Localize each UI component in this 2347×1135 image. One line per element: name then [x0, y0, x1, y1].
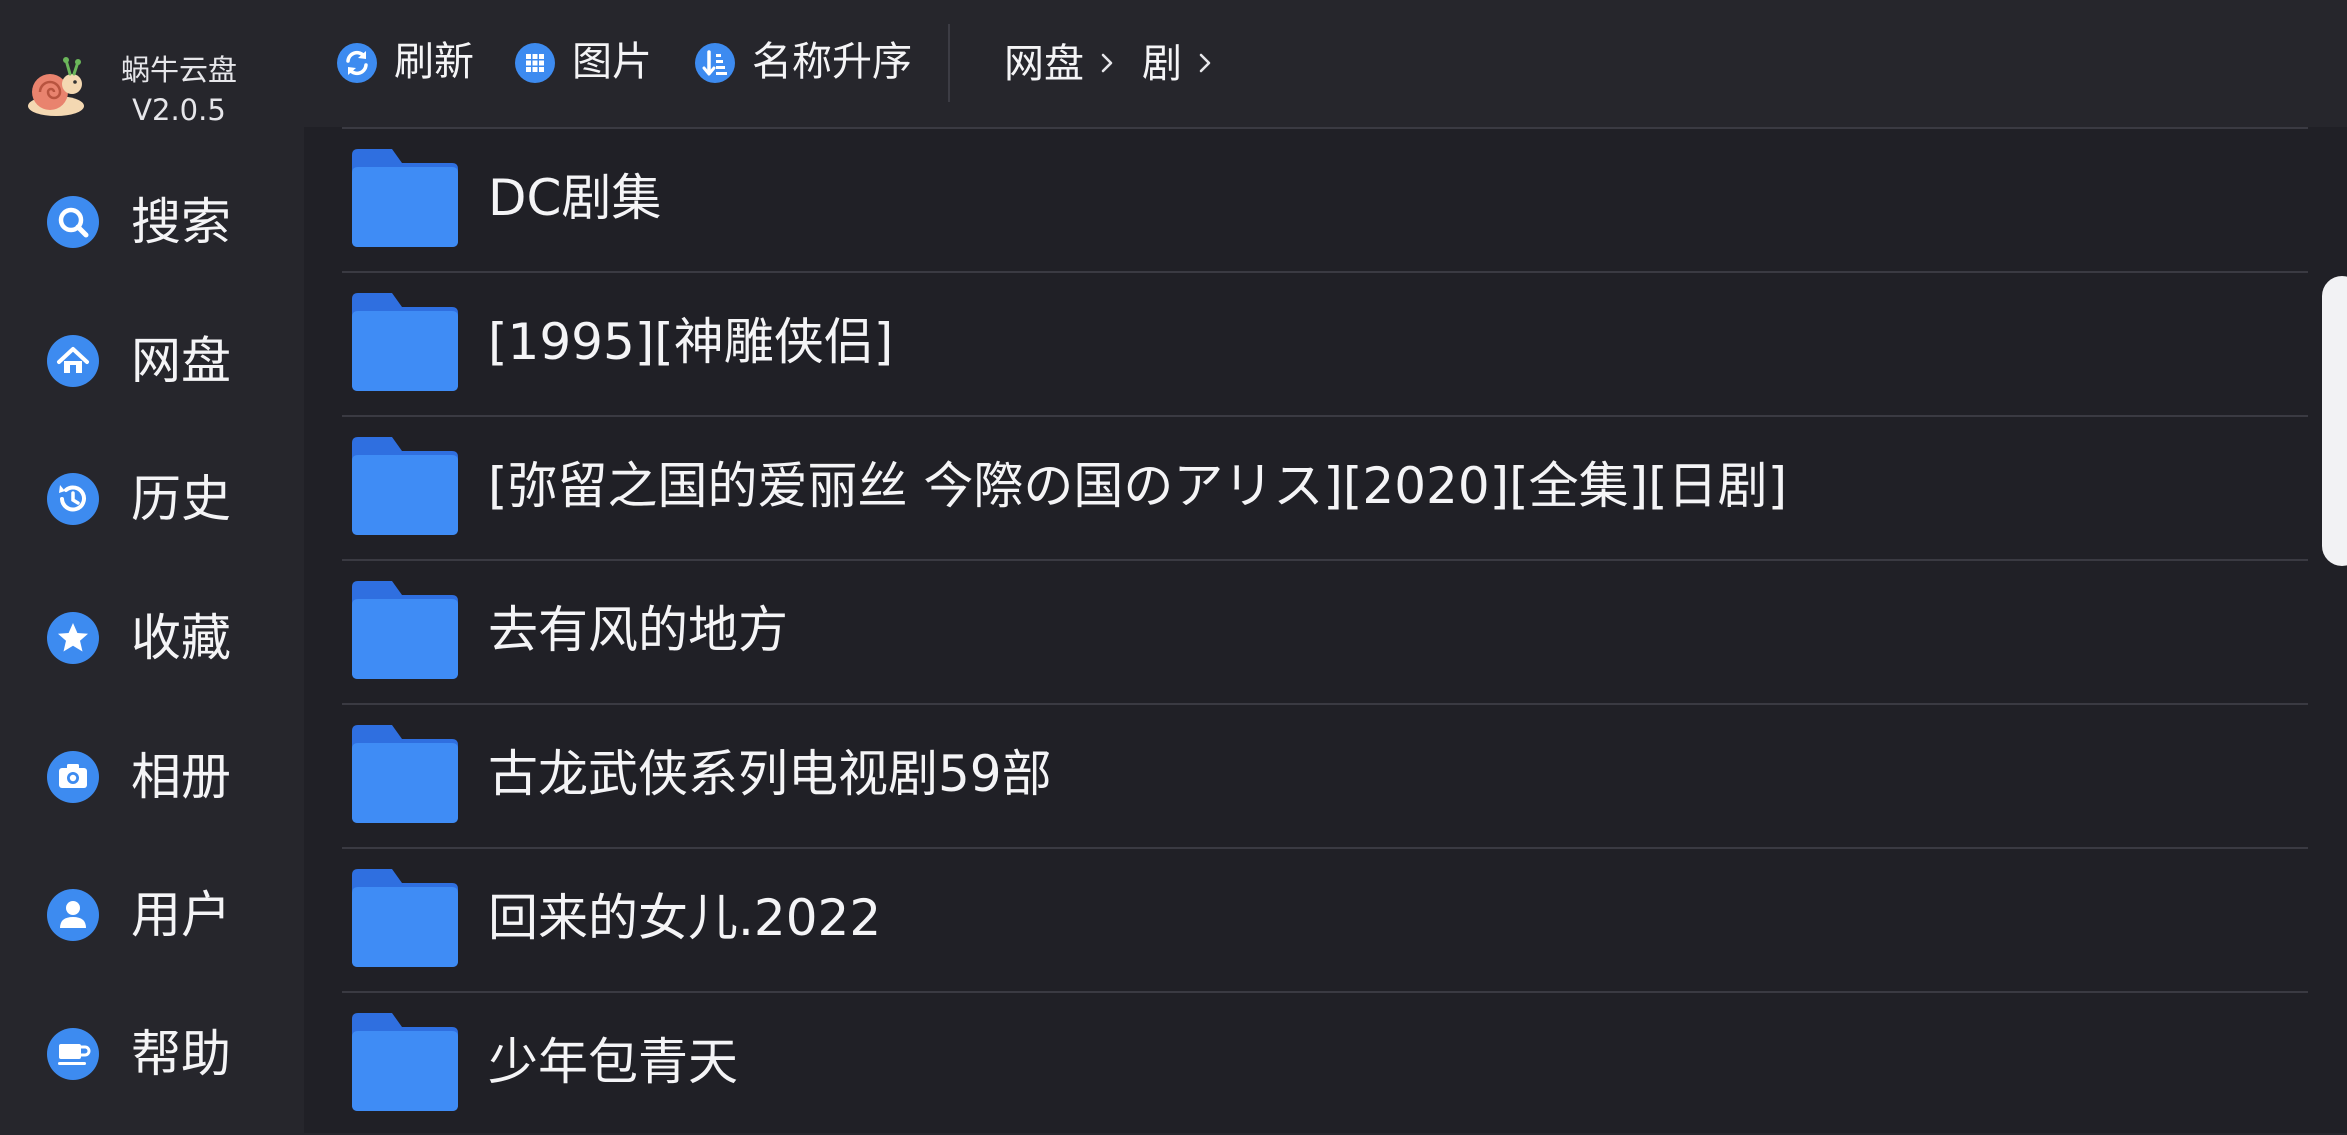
folder-row[interactable]: 少年包青天 [342, 991, 2308, 1135]
sidebar-item-label: 收藏 [131, 609, 231, 667]
folder-icon [352, 581, 458, 679]
folder-icon [352, 725, 458, 823]
sidebar-item-cloud-drive[interactable]: 网盘 [0, 300, 304, 420]
folder-name: 古龙武侠系列电视剧59部 [488, 745, 1052, 803]
row-divider [342, 271, 2308, 273]
sidebar-item-help[interactable]: 帮助 [0, 993, 304, 1113]
folder-row[interactable]: [弥留之国的爱丽丝 今際の国のアリス][2020][全集][日剧] [342, 415, 2308, 559]
sidebar-item-label: 帮助 [131, 1025, 231, 1083]
brand: 蜗牛云盘 V2.0.5 [0, 0, 304, 130]
toolbar-divider [948, 24, 950, 102]
home-icon [47, 335, 99, 387]
snail-logo [28, 57, 84, 116]
sidebar-item-label: 搜索 [131, 193, 231, 251]
edge-pull-handle[interactable] [2322, 276, 2347, 566]
cup-icon [47, 1028, 99, 1080]
sort-button[interactable]: 名称升序 [694, 28, 934, 98]
refresh-button[interactable]: 刷新 [336, 28, 506, 98]
camera-icon [47, 751, 99, 803]
sidebar-item-user[interactable]: 用户 [0, 854, 304, 974]
sidebar-item-album[interactable]: 相册 [0, 716, 304, 836]
sort-label: 名称升序 [752, 39, 912, 85]
row-divider [342, 847, 2308, 849]
refresh-icon [337, 43, 377, 83]
grid-icon [515, 43, 555, 83]
sidebar-item-history[interactable]: 历史 [0, 438, 304, 558]
sidebar-item-label: 网盘 [131, 332, 231, 390]
row-divider [342, 127, 2308, 129]
chevron-right-icon [1199, 53, 1211, 73]
folder-icon [352, 869, 458, 967]
folder-name: [弥留之国的爱丽丝 今際の国のアリス][2020][全集][日剧] [488, 457, 1788, 515]
refresh-label: 刷新 [394, 39, 474, 85]
row-divider [342, 559, 2308, 561]
sidebar: 蜗牛云盘 V2.0.5 搜索 网盘 历史 收藏 相册 用户 帮助 [0, 0, 304, 1133]
folder-name: DC剧集 [488, 169, 662, 227]
app-name: 蜗牛云盘 [120, 53, 237, 87]
folder-row[interactable]: 去有风的地方 [342, 559, 2308, 703]
history-icon [47, 473, 99, 525]
toolbar: 刷新 图片 名称升序 网盘 剧 [304, 0, 2347, 127]
search-icon [47, 196, 99, 248]
sidebar-item-label: 相册 [131, 748, 231, 806]
sidebar-item-label: 用户 [131, 886, 231, 944]
row-divider [342, 703, 2308, 705]
folder-row[interactable]: 古龙武侠系列电视剧59部 [342, 703, 2308, 847]
breadcrumb-item-root[interactable]: 网盘 [1004, 36, 1084, 92]
sidebar-item-favorites[interactable]: 收藏 [0, 577, 304, 697]
folder-icon [352, 437, 458, 535]
folder-name: 回来的女儿.2022 [488, 889, 882, 947]
folder-icon [352, 149, 458, 247]
folder-row[interactable]: 回来的女儿.2022 [342, 847, 2308, 991]
folder-icon [352, 1013, 458, 1111]
sort-ascending-icon [695, 43, 735, 83]
row-divider [342, 415, 2308, 417]
folder-name: 去有风的地方 [488, 601, 788, 659]
folder-icon [352, 293, 458, 391]
folder-name: 少年包青天 [488, 1033, 738, 1091]
view-mode-button[interactable]: 图片 [514, 28, 684, 98]
folder-name: [1995][神雕侠侣] [488, 313, 894, 371]
star-icon [47, 612, 99, 664]
app-version: V2.0.5 [132, 93, 226, 127]
sidebar-item-label: 历史 [131, 470, 231, 528]
user-icon [47, 889, 99, 941]
view-mode-label: 图片 [572, 39, 652, 85]
row-divider [342, 991, 2308, 993]
folder-row[interactable]: DC剧集 [342, 127, 2308, 271]
breadcrumb-item-current[interactable]: 剧 [1142, 36, 1182, 92]
chevron-right-icon [1101, 53, 1113, 73]
sidebar-item-search[interactable]: 搜索 [0, 161, 304, 281]
folder-row[interactable]: [1995][神雕侠侣] [342, 271, 2308, 415]
